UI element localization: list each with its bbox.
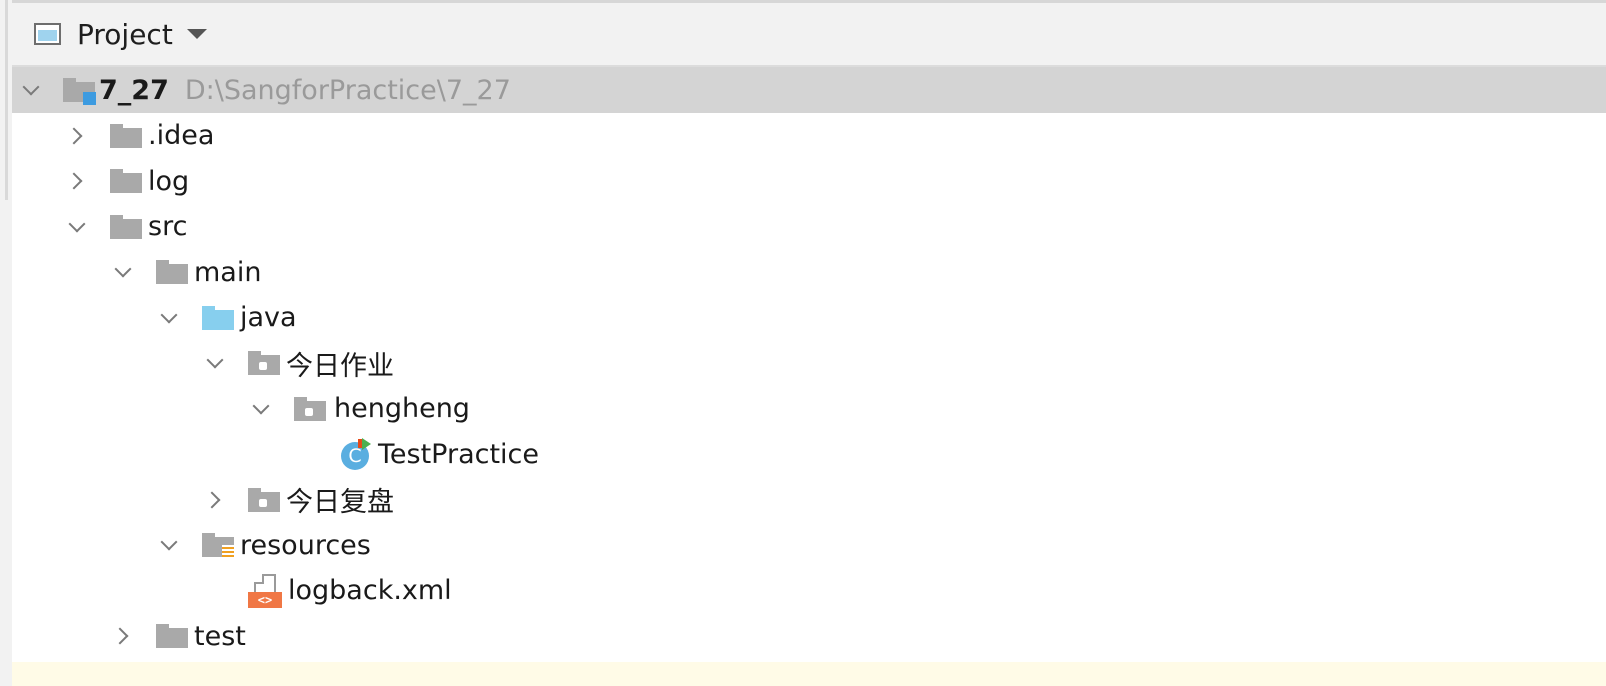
bottom-highlight-strip bbox=[12, 662, 1606, 686]
tree-item-label: TestPractice bbox=[378, 438, 540, 470]
left-tool-strip bbox=[0, 0, 12, 686]
tree-row-package-review[interactable]: 今日复盘 bbox=[12, 477, 1606, 523]
tree-item-label: log bbox=[148, 165, 190, 197]
tree-row-logback[interactable]: <> logback.xml bbox=[12, 568, 1606, 614]
tool-window-icon bbox=[34, 23, 61, 45]
source-folder-icon bbox=[202, 305, 234, 330]
tree-row-log[interactable]: log bbox=[12, 159, 1606, 205]
module-folder-icon bbox=[63, 78, 96, 105]
chevron-right-icon[interactable] bbox=[206, 491, 224, 509]
tree-row-root[interactable]: 7_27 D:\SangforPractice\7_27 bbox=[12, 67, 1606, 113]
tree-row-resources[interactable]: resources bbox=[12, 523, 1606, 569]
chevron-down-icon[interactable] bbox=[68, 218, 86, 236]
tree-item-label: logback.xml bbox=[288, 575, 452, 607]
project-tree: 7_27 D:\SangforPractice\7_27 .idea log s… bbox=[12, 67, 1606, 659]
package-icon bbox=[294, 396, 326, 421]
tree-row-package-hengheng[interactable]: hengheng bbox=[12, 386, 1606, 432]
tree-row-src[interactable]: src bbox=[12, 204, 1606, 250]
folder-icon bbox=[110, 214, 142, 239]
tree-item-label: resources bbox=[240, 529, 371, 561]
chevron-down-icon[interactable] bbox=[114, 263, 132, 281]
chevron-right-icon[interactable] bbox=[114, 627, 132, 645]
project-panel-header: Project bbox=[12, 3, 1606, 67]
tree-item-label: main bbox=[194, 256, 262, 288]
chevron-down-icon[interactable] bbox=[252, 400, 270, 418]
java-class-icon: C bbox=[340, 438, 372, 471]
chevron-right-icon[interactable] bbox=[68, 127, 86, 145]
view-selector[interactable]: Project bbox=[77, 18, 173, 51]
tree-item-label: 今日作业 bbox=[286, 350, 394, 382]
folder-icon bbox=[156, 260, 188, 285]
folder-icon bbox=[110, 169, 142, 194]
chevron-down-icon[interactable] bbox=[206, 354, 224, 372]
tree-row-idea[interactable]: .idea bbox=[12, 113, 1606, 159]
tree-item-label: hengheng bbox=[334, 393, 470, 425]
tree-row-java[interactable]: java bbox=[12, 295, 1606, 341]
chevron-down-icon[interactable] bbox=[160, 536, 178, 554]
tree-item-label: test bbox=[194, 620, 246, 652]
scroll-indicator bbox=[5, 0, 8, 200]
folder-icon bbox=[156, 624, 188, 649]
root-module-path: D:\SangforPractice\7_27 bbox=[184, 74, 511, 106]
package-icon bbox=[248, 351, 280, 376]
tree-item-label: 今日复盘 bbox=[286, 487, 394, 519]
xml-file-icon: <> bbox=[248, 573, 282, 608]
tree-row-class-testpractice[interactable]: C TestPractice bbox=[12, 432, 1606, 478]
chevron-down-icon[interactable] bbox=[22, 81, 40, 99]
chevron-right-icon[interactable] bbox=[68, 172, 86, 190]
folder-icon bbox=[110, 123, 142, 148]
tree-row-package-homework[interactable]: 今日作业 bbox=[12, 341, 1606, 387]
tree-item-label: src bbox=[148, 211, 188, 243]
tree-item-label: java bbox=[240, 302, 297, 334]
root-module-name: 7_27 bbox=[99, 74, 169, 106]
tree-row-main[interactable]: main bbox=[12, 250, 1606, 296]
tree-item-label: .idea bbox=[148, 120, 215, 152]
caret-down-icon[interactable] bbox=[186, 29, 207, 39]
chevron-down-icon[interactable] bbox=[160, 309, 178, 327]
tree-row-test[interactable]: test bbox=[12, 614, 1606, 660]
package-icon bbox=[248, 487, 280, 512]
resources-folder-icon bbox=[202, 533, 234, 561]
